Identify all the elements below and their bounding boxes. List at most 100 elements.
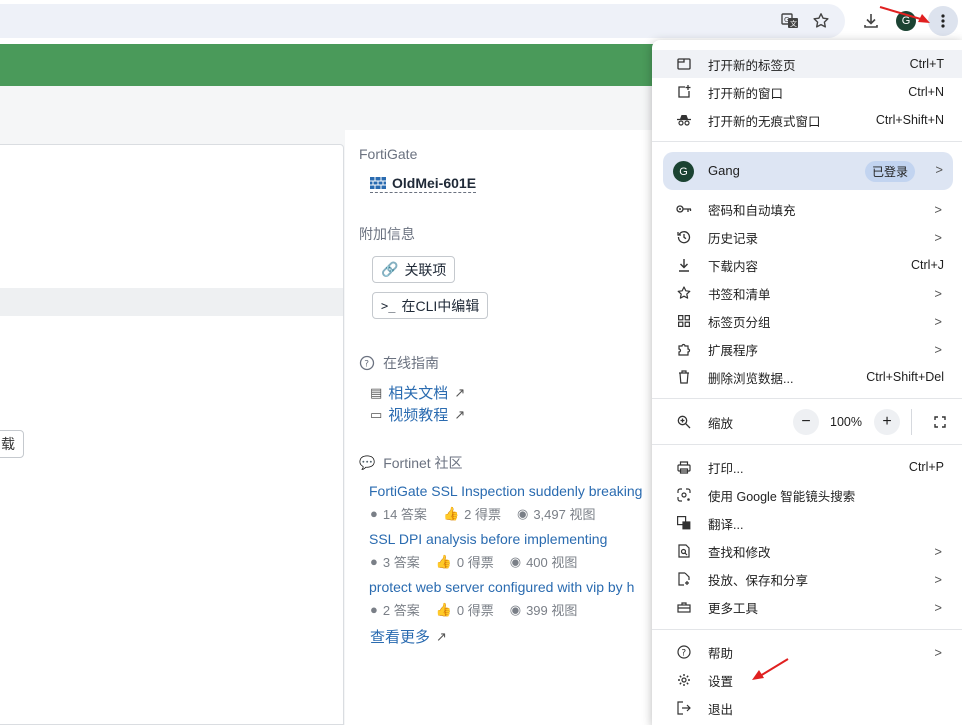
external-link-icon: ↗ <box>454 406 466 422</box>
see-more-link[interactable]: 查看更多 ↗ <box>370 626 447 647</box>
menu-label: 标签页分组 <box>708 315 771 330</box>
menu-label: 设置 <box>708 674 734 689</box>
chevron-right-icon: > <box>934 201 942 217</box>
menu-label: 投放、保存和分享 <box>708 573 809 588</box>
history-icon <box>676 229 692 245</box>
post-title[interactable]: SSL DPI analysis before implementing <box>369 531 654 547</box>
thumbs-up-icon: 👍 <box>435 601 452 617</box>
menu-history[interactable]: 历史记录 > <box>652 223 962 251</box>
chevron-right-icon: > <box>934 341 942 357</box>
partial-button[interactable]: 载 <box>0 430 24 458</box>
related-items-label: 关联项 <box>404 261 447 278</box>
external-link-icon: ↗ <box>436 628 447 644</box>
star-icon[interactable] <box>808 8 834 34</box>
online-guide-label: 在线指南 <box>383 355 439 371</box>
profile-avatar[interactable]: G <box>896 11 916 31</box>
menu-bookmarks[interactable]: 书签和清单 > <box>652 279 962 307</box>
table-header-row <box>0 288 343 316</box>
grid-icon <box>676 313 692 329</box>
printer-icon <box>676 459 692 475</box>
menu-label: 打开新的窗口 <box>708 86 784 101</box>
comment-icon: ● <box>370 506 378 521</box>
menu-find-edit[interactable]: 查找和修改 > <box>652 537 962 565</box>
menu-label: 查找和修改 <box>708 545 771 560</box>
video-icon: ▭ <box>370 406 383 422</box>
menu-clear-data[interactable]: 删除浏览数据... Ctrl+Shift+Del <box>652 363 962 391</box>
votes-count: 👍 2 得票 <box>442 505 501 523</box>
trash-icon <box>676 369 692 385</box>
puzzle-icon <box>676 341 692 357</box>
views-count: ◉ 3,497 视图 <box>516 505 596 523</box>
eye-icon: ◉ <box>516 505 529 521</box>
menu-tab-groups[interactable]: 标签页分组 > <box>652 307 962 335</box>
menu-label: 打开新的标签页 <box>708 58 796 73</box>
download-icon[interactable] <box>858 8 884 34</box>
votes-count: 👍 0 得票 <box>435 601 494 619</box>
chat-icon: 💬 <box>359 455 376 470</box>
post-title[interactable]: protect web server configured with vip b… <box>369 579 654 595</box>
menu-google-lens[interactable]: 使用 Google 智能镜头搜索 <box>652 481 962 509</box>
signed-in-badge: 已登录 <box>865 161 916 182</box>
menu-more-tools[interactable]: 更多工具 > <box>652 593 962 621</box>
community-heading: 💬 Fortinet 社区 <box>359 453 463 473</box>
extra-info-label: 附加信息 <box>359 226 415 242</box>
chevron-right-icon: > <box>934 313 942 329</box>
help-circle-icon: ? <box>359 355 375 371</box>
device-name: OldMei-601E <box>392 175 477 191</box>
chrome-main-menu: 打开新的标签页 Ctrl+T 打开新的窗口 Ctrl+N 打开新的无痕式窗口 C… <box>652 40 962 725</box>
fullscreen-icon[interactable] <box>927 409 953 435</box>
answers-count: ● 14 答案 <box>370 506 427 522</box>
views-count: ◉ 400 视图 <box>509 553 578 571</box>
edit-in-cli-button[interactable]: >_ 在CLI中编辑 <box>372 292 489 319</box>
menu-help[interactable]: ? 帮助 > <box>652 638 962 666</box>
menu-translate[interactable]: 翻译... <box>652 509 962 537</box>
video-link[interactable]: ▭ 视频教程 ↗ <box>370 404 465 425</box>
menu-extensions[interactable]: 扩展程序 > <box>652 335 962 363</box>
docs-link[interactable]: ▤ 相关文档 ↗ <box>370 382 465 403</box>
key-icon <box>676 201 692 217</box>
menu-new-window[interactable]: 打开新的窗口 Ctrl+N <box>652 78 962 106</box>
profile-avatar: G <box>673 161 694 182</box>
zoom-in-button[interactable]: + <box>874 409 900 435</box>
votes-count: 👍 0 得票 <box>435 553 494 571</box>
partial-button-label: 载 <box>1 436 15 452</box>
svg-text:G: G <box>784 16 789 24</box>
menu-shortcut: Ctrl+J <box>911 258 944 272</box>
eye-icon: ◉ <box>509 553 522 569</box>
menu-profile-row[interactable]: G Gang 已登录 > <box>663 152 953 190</box>
menu-print[interactable]: 打印... Ctrl+P <box>652 453 962 481</box>
toolbox-icon <box>676 599 692 615</box>
menu-incognito[interactable]: 打开新的无痕式窗口 Ctrl+Shift+N <box>652 106 962 134</box>
fortigate-label: FortiGate <box>359 146 418 162</box>
menu-cast-save-share[interactable]: 投放、保存和分享 > <box>652 565 962 593</box>
answers-count: ● 2 答案 <box>370 602 420 618</box>
svg-text:?: ? <box>681 649 686 659</box>
device-link[interactable]: OldMei-601E <box>370 175 477 193</box>
comment-icon: ● <box>370 554 378 569</box>
menu-shortcut: Ctrl+P <box>908 460 944 474</box>
external-link-icon: ↗ <box>454 384 466 400</box>
address-bar[interactable] <box>0 4 845 38</box>
zoom-out-button[interactable]: − <box>793 409 819 435</box>
menu-label: 使用 Google 智能镜头搜索 <box>708 489 856 504</box>
menu-new-tab[interactable]: 打开新的标签页 Ctrl+T <box>652 50 962 78</box>
zoom-icon <box>676 414 692 430</box>
firewall-icon <box>370 177 386 189</box>
chevron-right-icon: > <box>934 644 942 660</box>
translate-icon <box>676 515 692 531</box>
kebab-menu-icon[interactable] <box>928 6 958 36</box>
menu-divider <box>652 444 962 445</box>
related-items-button[interactable]: 🔗 关联项 <box>372 256 456 283</box>
post-meta: ● 14 答案 👍 2 得票 ◉ 3,497 视图 <box>370 504 595 523</box>
browser-toolbar: G文 G <box>0 0 962 42</box>
post-title[interactable]: FortiGate SSL Inspection suddenly breaki… <box>369 483 654 499</box>
menu-label: 缩放 <box>708 416 734 431</box>
post-meta: ● 3 答案 👍 0 得票 ◉ 400 视图 <box>370 552 577 571</box>
menu-downloads[interactable]: 下载内容 Ctrl+J <box>652 251 962 279</box>
chevron-right-icon: > <box>934 229 942 245</box>
menu-label: 书签和清单 <box>708 287 771 302</box>
menu-passwords[interactable]: 密码和自动填充 > <box>652 195 962 223</box>
translate-icon[interactable]: G文 <box>777 8 803 34</box>
menu-exit[interactable]: 退出 <box>652 694 962 722</box>
menu-settings[interactable]: 设置 <box>652 666 962 694</box>
